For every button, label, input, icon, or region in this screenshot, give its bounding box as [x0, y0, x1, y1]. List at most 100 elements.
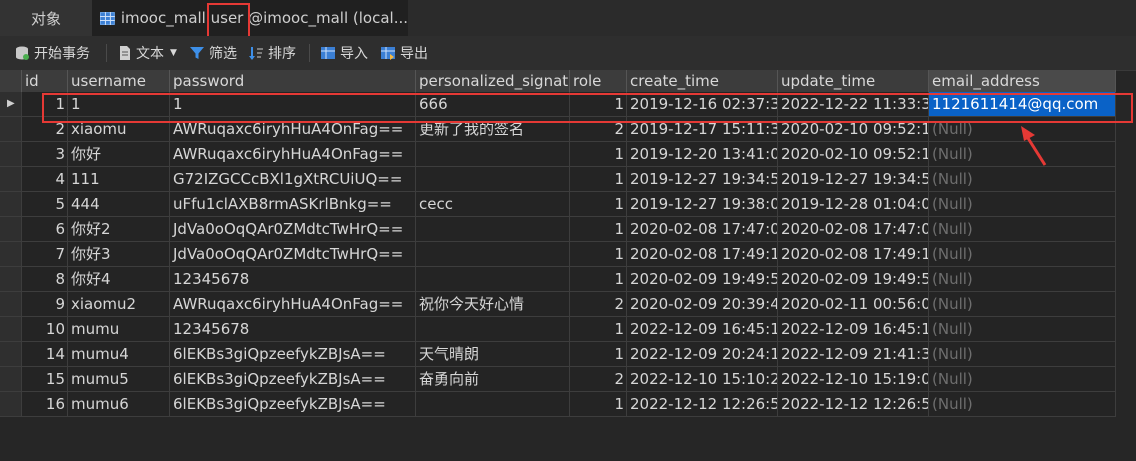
cell-email-address[interactable]: (Null): [929, 317, 1116, 342]
begin-transaction-button[interactable]: 开始事务: [14, 36, 90, 70]
cell-username[interactable]: mumu4: [68, 342, 170, 367]
cell-role[interactable]: 2: [570, 292, 627, 317]
cell-password[interactable]: 6lEKBs3giQpzeefykZBJsA==: [170, 392, 416, 417]
row-header[interactable]: ▶: [0, 92, 22, 117]
cell-id[interactable]: 7: [22, 242, 68, 267]
cell-id[interactable]: 9: [22, 292, 68, 317]
cell-update-time[interactable]: 2022-12-12 12:26:58: [778, 392, 929, 417]
cell-email-address[interactable]: (Null): [929, 242, 1116, 267]
cell-password[interactable]: JdVa0oOqQAr0ZMdtcTwHrQ==: [170, 217, 416, 242]
cell-password[interactable]: 6lEKBs3giQpzeefykZBJsA==: [170, 342, 416, 367]
cell-create-time[interactable]: 2019-12-27 19:34:56: [627, 167, 778, 192]
tab-objects[interactable]: 对象: [0, 0, 92, 36]
cell-role[interactable]: 1: [570, 167, 627, 192]
cell-role[interactable]: 1: [570, 392, 627, 417]
cell-create-time[interactable]: 2022-12-12 12:26:58: [627, 392, 778, 417]
cell-update-time[interactable]: 2019-12-27 19:34:56: [778, 167, 929, 192]
cell-role[interactable]: 1: [570, 267, 627, 292]
cell-personalized-signature[interactable]: [416, 217, 570, 242]
export-button[interactable]: 导出: [380, 36, 428, 70]
cell-username[interactable]: mumu5: [68, 367, 170, 392]
row-header[interactable]: [0, 267, 22, 292]
cell-personalized-signature[interactable]: [416, 242, 570, 267]
cell-email-address[interactable]: (Null): [929, 167, 1116, 192]
cell-create-time[interactable]: 2020-02-08 17:47:06: [627, 217, 778, 242]
cell-create-time[interactable]: 2022-12-10 15:10:20: [627, 367, 778, 392]
row-header[interactable]: [0, 317, 22, 342]
cell-personalized-signature[interactable]: [416, 317, 570, 342]
cell-id[interactable]: 14: [22, 342, 68, 367]
cell-password[interactable]: uFfu1clAXB8rmASKrlBnkg==: [170, 192, 416, 217]
filter-button[interactable]: 筛选: [189, 36, 237, 70]
cell-personalized-signature[interactable]: [416, 267, 570, 292]
cell-update-time[interactable]: 2019-12-28 01:04:06: [778, 192, 929, 217]
cell-create-time[interactable]: 2020-02-09 19:49:54: [627, 267, 778, 292]
table-row[interactable]: 15 mumu5 6lEKBs3giQpzeefykZBJsA== 奋勇向前 2 2022…: [0, 367, 1116, 392]
cell-username[interactable]: 你好: [68, 142, 170, 167]
column-header-role[interactable]: role: [570, 70, 627, 92]
row-header[interactable]: [0, 342, 22, 367]
column-header-username[interactable]: username: [68, 70, 170, 92]
row-header[interactable]: [0, 117, 22, 142]
cell-update-time[interactable]: 2022-12-09 21:41:33: [778, 342, 929, 367]
cell-update-time[interactable]: 2020-02-11 00:56:02: [778, 292, 929, 317]
cell-password[interactable]: AWRuqaxc6iryhHuA4OnFag==: [170, 292, 416, 317]
cell-id[interactable]: 16: [22, 392, 68, 417]
cell-id[interactable]: 10: [22, 317, 68, 342]
cell-email-address[interactable]: (Null): [929, 192, 1116, 217]
cell-password[interactable]: AWRuqaxc6iryhHuA4OnFag==: [170, 142, 416, 167]
table-row[interactable]: 6 你好2 JdVa0oOqQAr0ZMdtcTwHrQ== 1 2020-02-08 …: [0, 217, 1116, 242]
cell-update-time[interactable]: 2022-12-10 15:19:00: [778, 367, 929, 392]
cell-update-time[interactable]: 2022-12-09 16:45:12: [778, 317, 929, 342]
cell-username[interactable]: xiaomu2: [68, 292, 170, 317]
column-header-create-time[interactable]: create_time: [627, 70, 778, 92]
cell-personalized-signature[interactable]: 天气晴朗: [416, 342, 570, 367]
cell-username[interactable]: 你好2: [68, 217, 170, 242]
cell-role[interactable]: 1: [570, 242, 627, 267]
cell-role[interactable]: 2: [570, 367, 627, 392]
row-header[interactable]: [0, 392, 22, 417]
cell-id[interactable]: 8: [22, 267, 68, 292]
cell-username[interactable]: 你好3: [68, 242, 170, 267]
cell-password[interactable]: G72IZGCCcBXl1gXtRCUiUQ==: [170, 167, 416, 192]
row-header[interactable]: [0, 217, 22, 242]
cell-password[interactable]: 12345678: [170, 267, 416, 292]
cell-email-address[interactable]: (Null): [929, 392, 1116, 417]
row-header[interactable]: [0, 367, 22, 392]
cell-create-time[interactable]: 2022-12-09 16:45:12: [627, 317, 778, 342]
cell-password[interactable]: 6lEKBs3giQpzeefykZBJsA==: [170, 367, 416, 392]
cell-id[interactable]: 5: [22, 192, 68, 217]
table-row[interactable]: 9 xiaomu2 AWRuqaxc6iryhHuA4OnFag== 祝你今天好心情 2…: [0, 292, 1116, 317]
cell-personalized-signature[interactable]: 奋勇向前: [416, 367, 570, 392]
table-row[interactable]: 7 你好3 JdVa0oOqQAr0ZMdtcTwHrQ== 1 2020-02-08 …: [0, 242, 1116, 267]
cell-role[interactable]: 1: [570, 142, 627, 167]
sort-button[interactable]: 排序: [248, 36, 296, 70]
cell-personalized-signature[interactable]: [416, 142, 570, 167]
cell-email-address[interactable]: (Null): [929, 342, 1116, 367]
cell-email-address[interactable]: (Null): [929, 267, 1116, 292]
cell-username[interactable]: mumu6: [68, 392, 170, 417]
cell-role[interactable]: 1: [570, 217, 627, 242]
cell-email-address[interactable]: (Null): [929, 217, 1116, 242]
cell-create-time[interactable]: 2022-12-09 20:24:13: [627, 342, 778, 367]
table-row[interactable]: 8 你好4 12345678 1 2020-02-09 19:49:54 2020-02-…: [0, 267, 1116, 292]
cell-create-time[interactable]: 2020-02-09 20:39:47: [627, 292, 778, 317]
cell-username[interactable]: 你好4: [68, 267, 170, 292]
cell-id[interactable]: 3: [22, 142, 68, 167]
cell-email-address[interactable]: (Null): [929, 367, 1116, 392]
cell-password[interactable]: 12345678: [170, 317, 416, 342]
cell-role[interactable]: 1: [570, 192, 627, 217]
cell-username[interactable]: mumu: [68, 317, 170, 342]
column-header-personalized-signature[interactable]: personalized_signature: [416, 70, 570, 92]
text-button[interactable]: 文本 ▼: [118, 36, 177, 70]
tab-table-user[interactable]: imooc_mall user @imooc_mall (local...: [92, 0, 408, 36]
column-header-id[interactable]: id: [22, 70, 68, 92]
column-header-email-address[interactable]: email_address: [929, 70, 1116, 92]
table-row[interactable]: 10 mumu 12345678 1 2022-12-09 16:45:12 2022-1…: [0, 317, 1116, 342]
cell-personalized-signature[interactable]: cecc: [416, 192, 570, 217]
column-header-password[interactable]: password: [170, 70, 416, 92]
import-button[interactable]: 导入: [320, 36, 368, 70]
cell-email-address[interactable]: (Null): [929, 292, 1116, 317]
cell-update-time[interactable]: 2020-02-08 17:47:06: [778, 217, 929, 242]
cell-personalized-signature[interactable]: [416, 392, 570, 417]
